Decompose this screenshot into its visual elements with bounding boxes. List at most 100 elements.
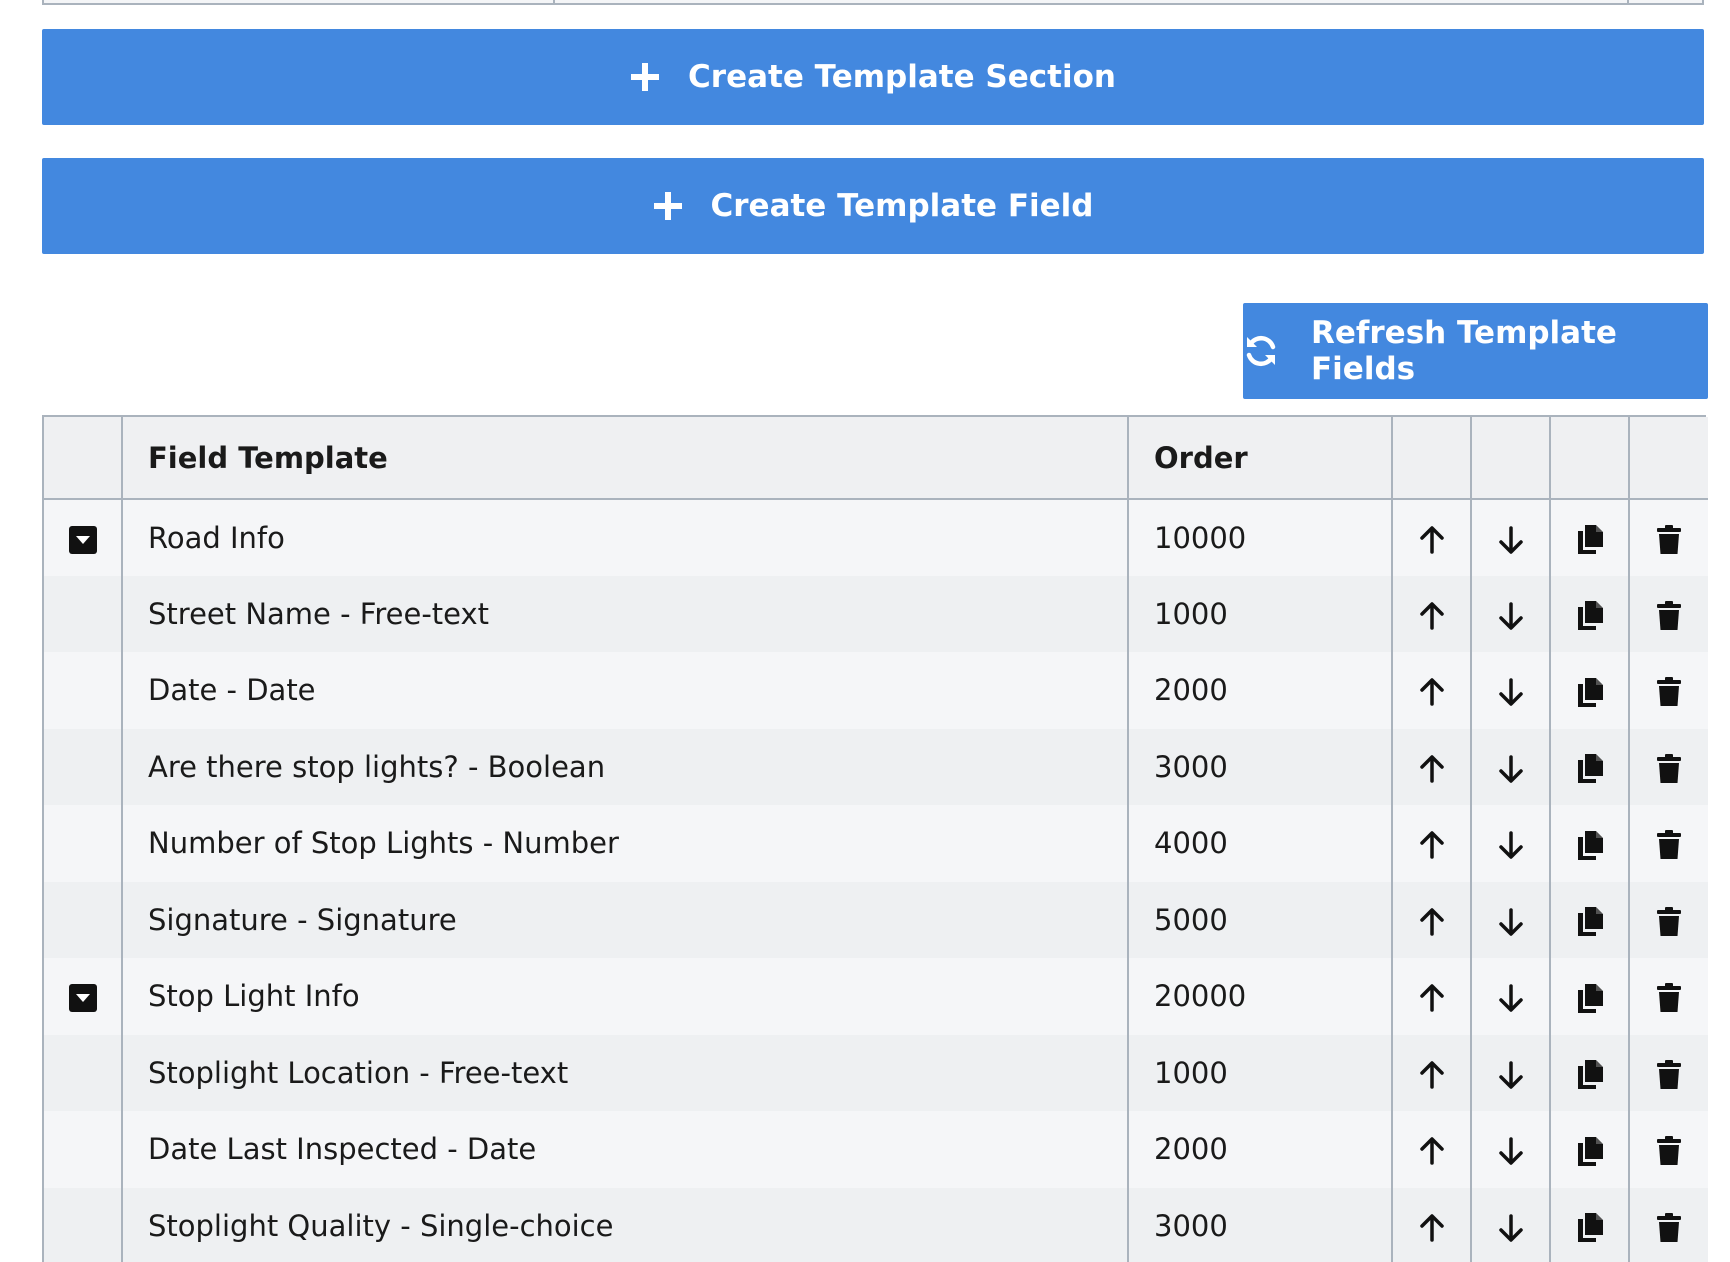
table-row: Stoplight Quality - Single-choice 3000 — [44, 1187, 1708, 1262]
arrow-down-icon — [1496, 907, 1526, 937]
move-up-button[interactable] — [1391, 1111, 1471, 1188]
copy-icon — [1576, 752, 1604, 784]
row-toggle-cell — [44, 958, 122, 1035]
row-toggle-cell — [44, 1035, 122, 1112]
delete-button[interactable] — [1628, 1111, 1708, 1188]
move-up-button[interactable] — [1391, 1187, 1471, 1262]
arrow-up-icon — [1417, 1136, 1447, 1166]
row-toggle-cell — [44, 1188, 122, 1262]
move-up-button[interactable] — [1391, 805, 1471, 882]
delete-button[interactable] — [1628, 652, 1708, 729]
caret-down-icon[interactable] — [68, 984, 97, 1013]
field-template-name: Stoplight Location - Free-text — [121, 1034, 1128, 1111]
move-up-button[interactable] — [1391, 881, 1471, 958]
move-down-button[interactable] — [1470, 881, 1550, 958]
move-up-button[interactable] — [1391, 728, 1471, 805]
move-up-button[interactable] — [1391, 958, 1471, 1035]
field-template-name: Number of Stop Lights - Number — [121, 805, 1128, 882]
move-up-button[interactable] — [1391, 652, 1471, 729]
copy-icon — [1576, 829, 1604, 861]
move-up-button[interactable] — [1391, 575, 1471, 652]
table-row-section: Road Info 10000 — [44, 499, 1708, 576]
create-template-section-button[interactable]: Create Template Section — [42, 29, 1704, 125]
copy-icon — [1576, 676, 1604, 708]
copy-button[interactable] — [1549, 575, 1629, 652]
copy-icon — [1576, 523, 1604, 555]
delete-button[interactable] — [1628, 728, 1708, 805]
copy-button[interactable] — [1549, 1187, 1629, 1262]
move-down-button[interactable] — [1470, 805, 1550, 882]
previous-table-edge — [42, 0, 1704, 5]
field-template-order: 2000 — [1127, 1111, 1392, 1188]
move-down-button[interactable] — [1470, 728, 1550, 805]
row-toggle-cell — [44, 805, 122, 882]
move-down-button[interactable] — [1470, 958, 1550, 1035]
delete-button[interactable] — [1628, 575, 1708, 652]
copy-button[interactable] — [1549, 1034, 1629, 1111]
trash-icon — [1656, 983, 1682, 1013]
arrow-up-icon — [1417, 754, 1447, 784]
delete-button[interactable] — [1628, 958, 1708, 1035]
move-down-button[interactable] — [1470, 1111, 1550, 1188]
plus-icon — [653, 191, 683, 221]
field-template-order: 5000 — [1127, 881, 1392, 958]
delete-button[interactable] — [1628, 881, 1708, 958]
field-template-column-header: Field Template — [121, 417, 1128, 500]
refresh-template-fields-button[interactable]: Refresh Template Fields — [1243, 303, 1708, 399]
trash-icon — [1656, 677, 1682, 707]
trash-icon — [1656, 753, 1682, 784]
delete-button[interactable] — [1628, 499, 1708, 576]
copy-icon — [1576, 905, 1604, 937]
copy-button[interactable] — [1549, 728, 1629, 805]
move-up-button[interactable] — [1391, 499, 1471, 576]
move-down-column-header — [1470, 417, 1550, 500]
delete-button[interactable] — [1628, 1034, 1708, 1111]
arrow-up-icon — [1417, 677, 1447, 707]
delete-button[interactable] — [1628, 1187, 1708, 1262]
arrow-up-icon — [1417, 601, 1447, 631]
move-down-button[interactable] — [1470, 1034, 1550, 1111]
table-row: Signature - Signature 5000 — [44, 881, 1708, 958]
move-down-button[interactable] — [1470, 652, 1550, 729]
field-template-order: 20000 — [1127, 958, 1392, 1035]
move-up-button[interactable] — [1391, 1034, 1471, 1111]
copy-button[interactable] — [1549, 958, 1629, 1035]
create-template-section-label: Create Template Section — [688, 59, 1116, 95]
row-toggle-cell — [44, 729, 122, 806]
caret-down-icon[interactable] — [68, 525, 97, 554]
copy-button[interactable] — [1549, 1111, 1629, 1188]
delete-button[interactable] — [1628, 805, 1708, 882]
field-template-order: 4000 — [1127, 805, 1392, 882]
copy-icon — [1576, 599, 1604, 631]
field-template-table: Field Template Order Road Info 10000 Str… — [42, 415, 1708, 1262]
table-row: Date - Date 2000 — [44, 652, 1708, 729]
table-header-row: Field Template Order — [44, 417, 1708, 500]
field-template-name: Street Name - Free-text — [121, 575, 1128, 652]
field-template-name: Stop Light Info — [121, 958, 1128, 1035]
row-toggle-cell — [44, 576, 122, 653]
trash-icon — [1656, 1059, 1682, 1090]
move-down-button[interactable] — [1470, 1187, 1550, 1262]
copy-button[interactable] — [1549, 499, 1629, 576]
field-template-name: Date - Date — [121, 652, 1128, 729]
arrow-down-icon — [1496, 754, 1526, 784]
delete-column-header — [1628, 417, 1708, 500]
copy-icon — [1576, 1135, 1604, 1167]
create-template-field-button[interactable]: Create Template Field — [42, 158, 1704, 254]
arrow-up-icon — [1417, 830, 1447, 860]
move-down-button[interactable] — [1470, 575, 1550, 652]
move-up-column-header — [1391, 417, 1471, 500]
arrow-up-icon — [1417, 525, 1447, 555]
create-template-field-label: Create Template Field — [710, 188, 1094, 224]
copy-icon — [1576, 982, 1604, 1014]
move-down-button[interactable] — [1470, 499, 1550, 576]
copy-button[interactable] — [1549, 881, 1629, 958]
row-toggle-cell — [44, 499, 122, 576]
field-template-name: Stoplight Quality - Single-choice — [121, 1187, 1128, 1262]
field-template-order: 10000 — [1127, 499, 1392, 576]
copy-button[interactable] — [1549, 805, 1629, 882]
table-row: Stoplight Location - Free-text 1000 — [44, 1034, 1708, 1112]
table-row: Street Name - Free-text 1000 — [44, 575, 1708, 653]
field-template-name: Date Last Inspected - Date — [121, 1111, 1128, 1188]
copy-button[interactable] — [1549, 652, 1629, 729]
